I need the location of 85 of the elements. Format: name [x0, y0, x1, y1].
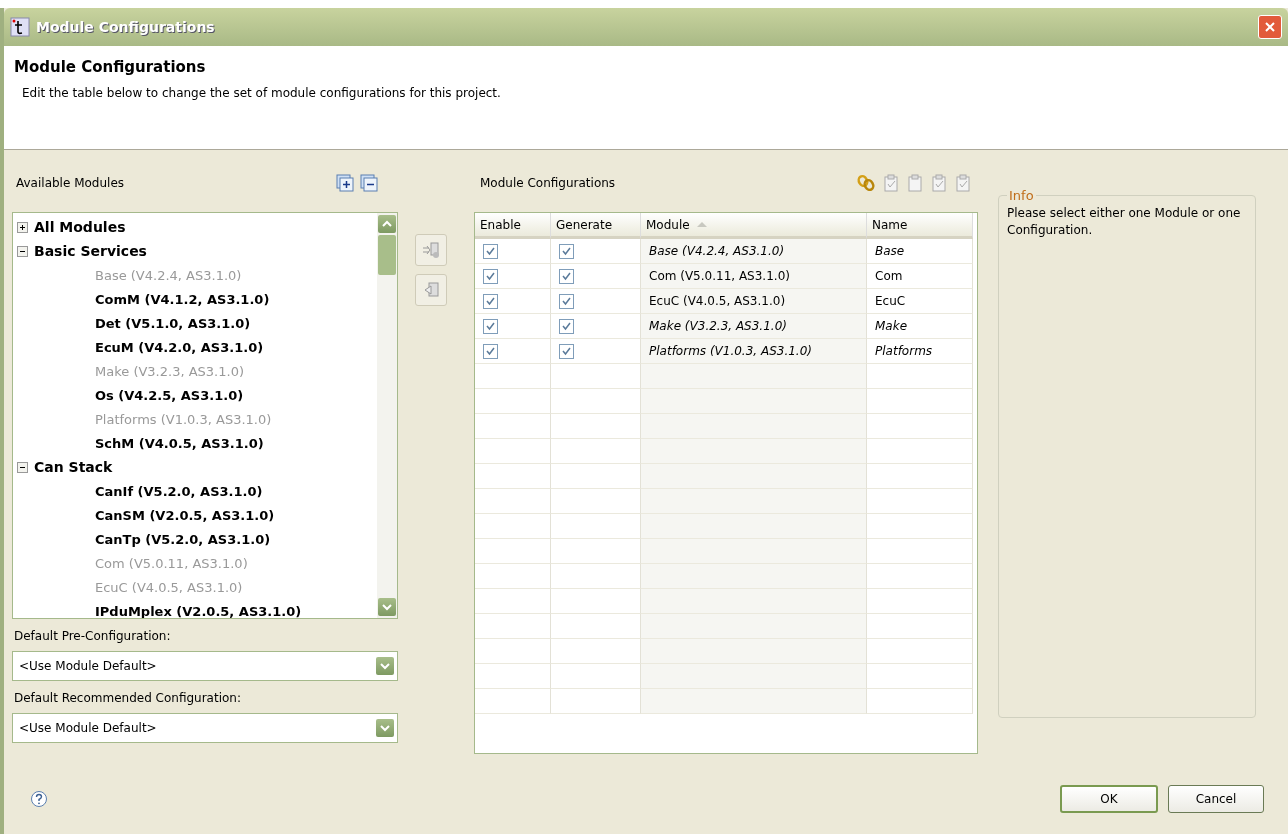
enable-checkbox[interactable]: [483, 318, 498, 334]
enable-checkbox[interactable]: [483, 268, 498, 284]
check-icon: [562, 271, 571, 281]
chevron-down-icon: [382, 603, 392, 611]
scroll-up-button[interactable]: [378, 215, 396, 233]
table-cell: Platforms (V1.0.3, AS3.1.0): [641, 339, 867, 364]
tree-item[interactable]: Can Stack: [34, 459, 113, 475]
field-label: Default Recommended Configuration:: [14, 691, 242, 705]
table-cell: Platforms: [867, 339, 973, 364]
app-icon: [10, 17, 30, 37]
field-label: Default Pre-Configuration:: [14, 629, 172, 643]
collapse-icon[interactable]: [17, 245, 28, 257]
clipboard-icon[interactable]: [954, 174, 972, 192]
table-cell: Base (V4.2.4, AS3.1.0): [641, 239, 867, 264]
column-header[interactable]: Enable: [475, 213, 551, 239]
header-description: Edit the table below to change the set of module configurations for this project.: [21, 86, 502, 100]
check-icon: [486, 246, 495, 256]
dropdown-arrow-button[interactable]: [376, 719, 394, 737]
enable-checkbox[interactable]: [483, 293, 498, 309]
check-icon: [562, 321, 571, 331]
check-icon: [562, 296, 571, 306]
scroll-down-button[interactable]: [378, 598, 396, 616]
tree-item[interactable]: ComM (V4.1.2, AS3.1.0): [95, 291, 270, 307]
enable-checkbox[interactable]: [483, 243, 498, 259]
info-title: Info: [1008, 188, 1035, 203]
generate-checkbox[interactable]: [559, 343, 574, 359]
tree-item[interactable]: CanSM (V2.0.5, AS3.1.0): [95, 507, 275, 523]
help-icon[interactable]: [30, 790, 48, 808]
check-icon: [486, 271, 495, 281]
generate-checkbox[interactable]: [559, 243, 574, 259]
tree-item[interactable]: IPduMplex (V2.0.5, AS3.1.0): [95, 603, 302, 618]
table-cell: EcuC: [867, 289, 973, 314]
expand-all-icon[interactable]: [336, 174, 354, 192]
info-text: Please select either one Module or one Configuration.: [1007, 205, 1242, 239]
table-cell: Com: [867, 264, 973, 289]
chevron-down-icon: [380, 662, 390, 670]
column-header[interactable]: Module: [641, 213, 867, 239]
check-icon: [562, 246, 571, 256]
scrollbar[interactable]: [377, 213, 397, 618]
tree-item[interactable]: All Modules: [34, 219, 126, 235]
tree-item[interactable]: Det (V5.1.0, AS3.1.0): [95, 315, 251, 331]
tree-item[interactable]: EcuM (V4.2.0, AS3.1.0): [95, 339, 264, 355]
tree-item[interactable]: SchM (V4.0.5, AS3.1.0): [95, 435, 264, 451]
dropdown-arrow-button[interactable]: [376, 657, 394, 675]
table-cell: Make: [867, 314, 973, 339]
panel-label: Module Configurations: [480, 176, 616, 190]
check-icon: [562, 346, 571, 356]
clipboard-icon[interactable]: [906, 174, 924, 192]
tree-item[interactable]: Os (V4.2.5, AS3.1.0): [95, 387, 244, 403]
dialog-button[interactable]: OK: [1060, 785, 1158, 813]
check-icon: [486, 296, 495, 306]
chevron-down-icon: [380, 724, 390, 732]
enable-checkbox[interactable]: [483, 343, 498, 359]
generate-checkbox[interactable]: [559, 318, 574, 334]
close-button[interactable]: [1258, 15, 1282, 39]
panel-label: Available Modules: [16, 176, 125, 190]
header-title: Module Configurations: [14, 58, 207, 76]
generate-checkbox[interactable]: [559, 293, 574, 309]
tree-item[interactable]: Basic Services: [34, 243, 147, 259]
tree-item[interactable]: CanTp (V5.2.0, AS3.1.0): [95, 531, 271, 547]
close-icon: [1264, 21, 1276, 33]
tree-item[interactable]: CanIf (V5.2.0, AS3.1.0): [95, 483, 263, 499]
check-icon: [486, 346, 495, 356]
collapse-all-icon[interactable]: [360, 174, 378, 192]
dropdown[interactable]: <Use Module Default>: [12, 651, 398, 681]
table-cell: EcuC (V4.0.5, AS3.1.0): [641, 289, 867, 314]
scrollbar-thumb[interactable]: [378, 235, 396, 275]
dropdown[interactable]: <Use Module Default>: [12, 713, 398, 743]
dialog-button[interactable]: Cancel: [1168, 785, 1264, 813]
clipboard-icon[interactable]: [882, 174, 900, 192]
table-cell: Base: [867, 239, 973, 264]
chevron-up-icon: [382, 220, 392, 228]
expand-icon[interactable]: [17, 221, 28, 233]
table-cell: Make (V3.2.3, AS3.1.0): [641, 314, 867, 339]
sort-arrow-icon: [695, 221, 708, 228]
column-header[interactable]: Generate: [551, 213, 641, 239]
check-icon: [486, 321, 495, 331]
generate-checkbox[interactable]: [559, 268, 574, 284]
link-icon[interactable]: [856, 174, 876, 192]
column-header[interactable]: Name: [867, 213, 973, 239]
arrow-into-box-icon: [421, 240, 441, 260]
collapse-icon[interactable]: [17, 461, 28, 473]
table-cell: Com (V5.0.11, AS3.1.0): [641, 264, 867, 289]
clipboard-icon[interactable]: [930, 174, 948, 192]
window-title: Module Configurations: [36, 19, 216, 35]
